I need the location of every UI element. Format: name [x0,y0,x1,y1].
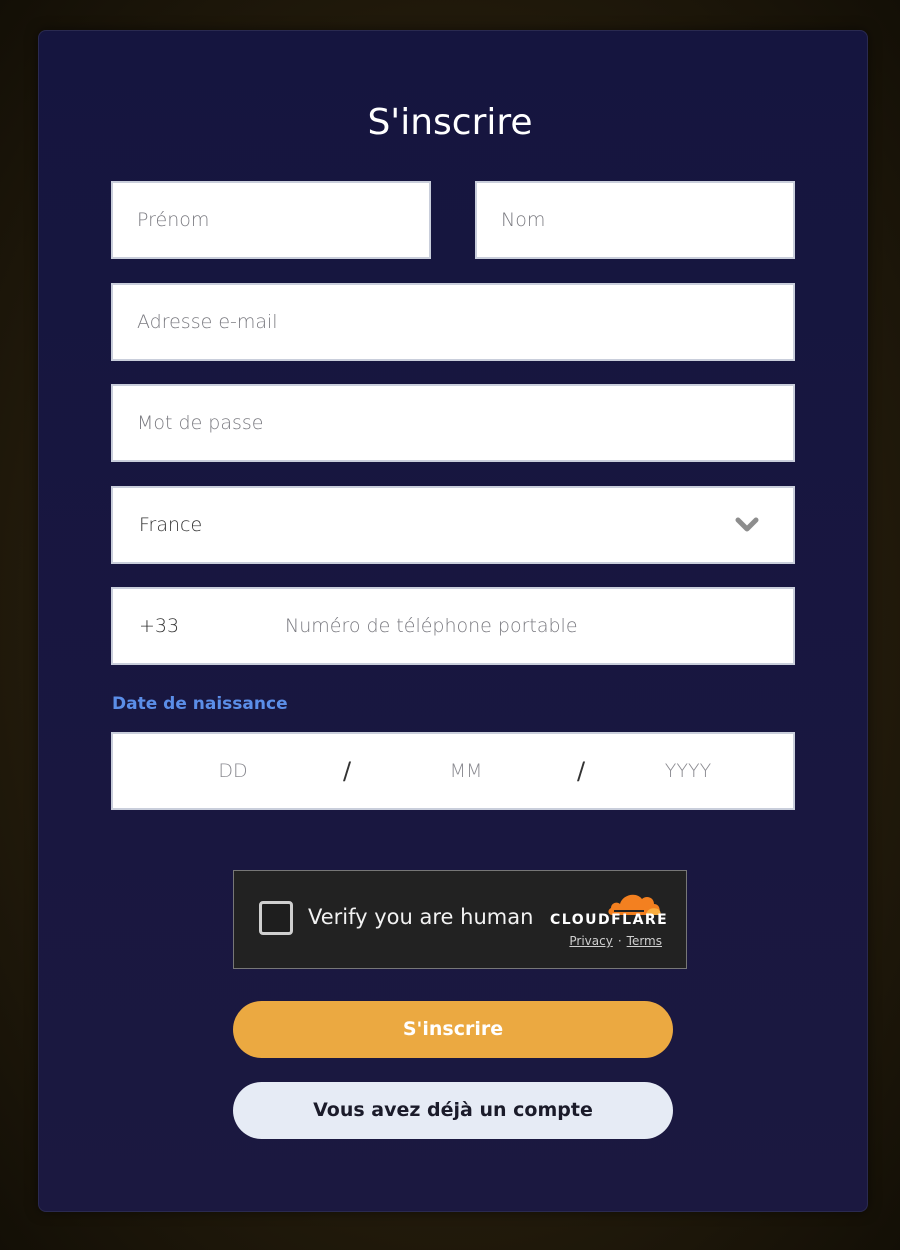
login-button[interactable]: Vous avez déjà un compte [233,1082,673,1139]
privacy-link[interactable]: Privacy [569,934,612,948]
captcha-links: Privacy · Terms [569,934,662,948]
dob-day-input[interactable]: DD [193,734,273,808]
link-separator: · [617,934,622,948]
terms-link[interactable]: Terms [627,934,662,948]
dob-label: Date de naissance [112,694,288,714]
cloudflare-wordmark: CLOUDFLARE [550,912,669,928]
dob-month-input[interactable]: MM [426,734,506,808]
email-input[interactable] [113,285,793,359]
last-name-field[interactable] [475,181,795,259]
captcha-label: Verify you are human [308,905,534,929]
signup-button[interactable]: S'inscrire [233,1001,673,1058]
dob-separator: / [343,757,352,785]
chevron-down-icon[interactable] [735,516,759,534]
last-name-input[interactable] [477,183,793,257]
first-name-input[interactable] [113,183,429,257]
country-select[interactable]: France [111,486,795,564]
phone-country-code[interactable]: +33 [139,589,179,663]
phone-input[interactable] [263,589,793,663]
page-title: S'inscrire [367,102,533,143]
captcha-widget: Verify you are human CLOUDFLARE Privacy ·… [233,870,687,969]
dob-field[interactable]: DD / MM / YYYY [111,732,795,810]
country-select-value: France [139,514,203,536]
dob-year-input[interactable]: YYYY [643,734,733,808]
captcha-checkbox[interactable] [259,901,293,935]
phone-field[interactable]: +33 [111,587,795,665]
password-input[interactable] [113,386,793,460]
password-field[interactable] [111,384,795,462]
first-name-field[interactable] [111,181,431,259]
dob-separator: / [577,757,586,785]
email-field[interactable] [111,283,795,361]
